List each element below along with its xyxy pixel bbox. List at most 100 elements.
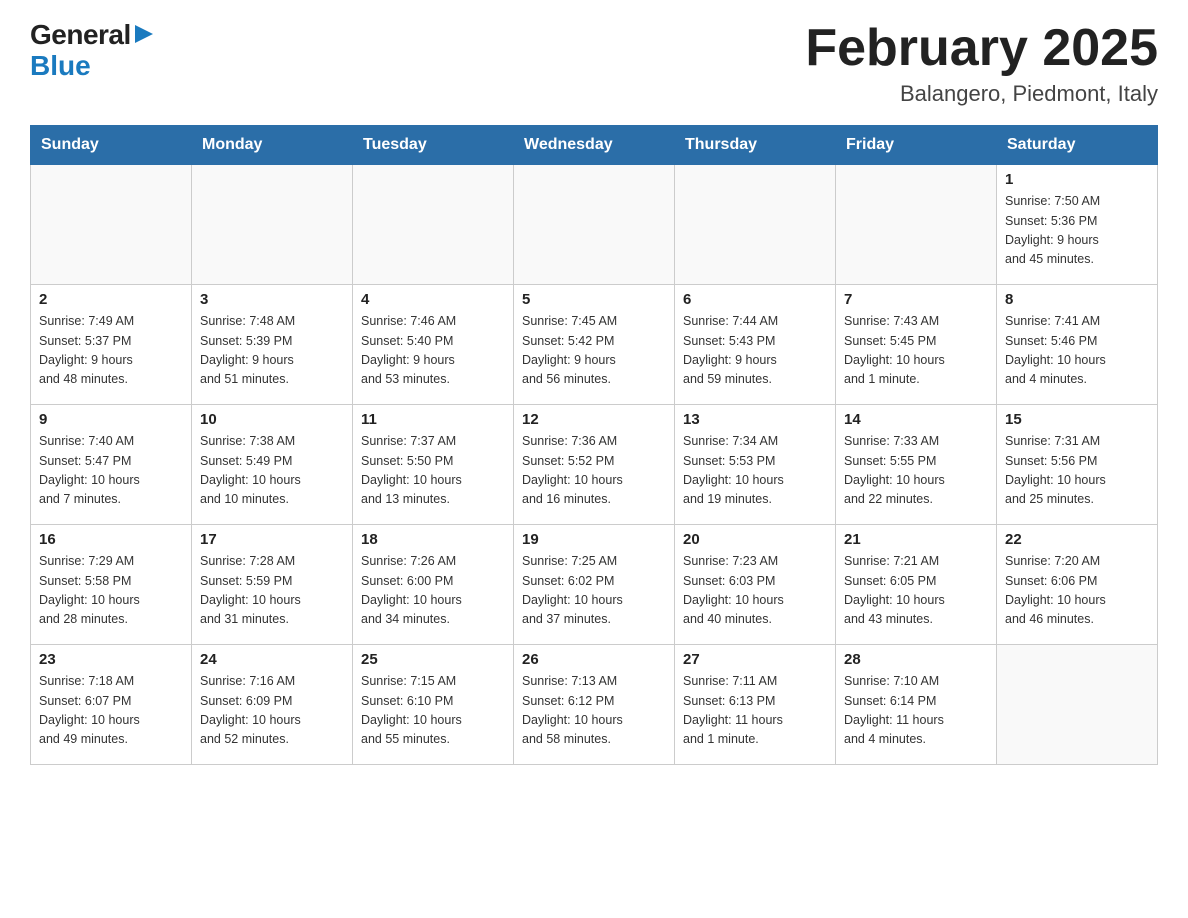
weekday-header-friday: Friday (836, 126, 997, 165)
day-number: 12 (522, 411, 666, 428)
calendar-cell (514, 165, 675, 285)
day-info: Sunrise: 7:46 AM Sunset: 5:40 PM Dayligh… (361, 312, 505, 390)
day-info: Sunrise: 7:21 AM Sunset: 6:05 PM Dayligh… (844, 552, 988, 630)
day-number: 18 (361, 531, 505, 548)
logo: General Blue (30, 20, 157, 82)
calendar-cell: 1 Sunrise: 7:50 AM Sunset: 5:36 PM Daylig… (997, 165, 1158, 285)
calendar-cell: 24Sunrise: 7:16 AM Sunset: 6:09 PM Dayli… (192, 645, 353, 765)
day-number: 10 (200, 411, 344, 428)
day-number: 15 (1005, 411, 1149, 428)
logo-general-text: General (30, 20, 131, 51)
day-info: Sunrise: 7:49 AM Sunset: 5:37 PM Dayligh… (39, 312, 183, 390)
logo-arrow-icon (135, 25, 157, 43)
day-number: 26 (522, 651, 666, 668)
day-info: Sunrise: 7:31 AM Sunset: 5:56 PM Dayligh… (1005, 432, 1149, 510)
calendar-cell: 12 Sunrise: 7:36 AM Sunset: 5:52 PM Dayli… (514, 405, 675, 525)
weekday-header-wednesday: Wednesday (514, 126, 675, 165)
day-info: Sunrise: 7:33 AM Sunset: 5:55 PM Dayligh… (844, 432, 988, 510)
day-number: 13 (683, 411, 827, 428)
day-number: 22 (1005, 531, 1149, 548)
calendar-week-row: 1 Sunrise: 7:50 AM Sunset: 5:36 PM Daylig… (31, 165, 1158, 285)
calendar-week-row: 16Sunrise: 7:29 AM Sunset: 5:58 PM Dayli… (31, 525, 1158, 645)
day-number: 17 (200, 531, 344, 548)
title-block: February 2025 Balangero, Piedmont, Italy (805, 20, 1158, 107)
weekday-header-tuesday: Tuesday (353, 126, 514, 165)
day-number: 23 (39, 651, 183, 668)
day-info: Sunrise: 7:26 AM Sunset: 6:00 PM Dayligh… (361, 552, 505, 630)
calendar-cell: 21 Sunrise: 7:21 AM Sunset: 6:05 PM Dayli… (836, 525, 997, 645)
calendar-cell: 4 Sunrise: 7:46 AM Sunset: 5:40 PM Daylig… (353, 285, 514, 405)
calendar-cell: 17 Sunrise: 7:28 AM Sunset: 5:59 PM Dayli… (192, 525, 353, 645)
calendar-cell: 7 Sunrise: 7:43 AM Sunset: 5:45 PM Daylig… (836, 285, 997, 405)
weekday-header-monday: Monday (192, 126, 353, 165)
day-number: 16 (39, 531, 183, 548)
calendar-cell: 13Sunrise: 7:34 AM Sunset: 5:53 PM Dayli… (675, 405, 836, 525)
day-info: Sunrise: 7:11 AM Sunset: 6:13 PM Dayligh… (683, 672, 827, 750)
calendar-cell: 23 Sunrise: 7:18 AM Sunset: 6:07 PM Dayli… (31, 645, 192, 765)
day-number: 7 (844, 291, 988, 308)
day-number: 25 (361, 651, 505, 668)
weekday-header-row: SundayMondayTuesdayWednesdayThursdayFrid… (31, 126, 1158, 165)
day-number: 8 (1005, 291, 1149, 308)
day-number: 21 (844, 531, 988, 548)
day-info: Sunrise: 7:38 AM Sunset: 5:49 PM Dayligh… (200, 432, 344, 510)
day-info: Sunrise: 7:28 AM Sunset: 5:59 PM Dayligh… (200, 552, 344, 630)
calendar-cell: 2 Sunrise: 7:49 AM Sunset: 5:37 PM Daylig… (31, 285, 192, 405)
calendar-cell: 5 Sunrise: 7:45 AM Sunset: 5:42 PM Daylig… (514, 285, 675, 405)
calendar-cell: 26 Sunrise: 7:13 AM Sunset: 6:12 PM Dayli… (514, 645, 675, 765)
day-info: Sunrise: 7:48 AM Sunset: 5:39 PM Dayligh… (200, 312, 344, 390)
calendar-cell: 19Sunrise: 7:25 AM Sunset: 6:02 PM Dayli… (514, 525, 675, 645)
day-number: 6 (683, 291, 827, 308)
weekday-header-sunday: Sunday (31, 126, 192, 165)
calendar-cell: 9Sunrise: 7:40 AM Sunset: 5:47 PM Daylig… (31, 405, 192, 525)
day-info: Sunrise: 7:13 AM Sunset: 6:12 PM Dayligh… (522, 672, 666, 750)
calendar-cell: 15 Sunrise: 7:31 AM Sunset: 5:56 PM Dayli… (997, 405, 1158, 525)
calendar-cell: 28 Sunrise: 7:10 AM Sunset: 6:14 PM Dayli… (836, 645, 997, 765)
day-info: Sunrise: 7:37 AM Sunset: 5:50 PM Dayligh… (361, 432, 505, 510)
page-header: General Blue February 2025 Balangero, Pi… (30, 20, 1158, 107)
day-number: 20 (683, 531, 827, 548)
day-number: 3 (200, 291, 344, 308)
day-number: 27 (683, 651, 827, 668)
calendar-cell: 8 Sunrise: 7:41 AM Sunset: 5:46 PM Daylig… (997, 285, 1158, 405)
day-info: Sunrise: 7:41 AM Sunset: 5:46 PM Dayligh… (1005, 312, 1149, 390)
day-number: 28 (844, 651, 988, 668)
day-info: Sunrise: 7:36 AM Sunset: 5:52 PM Dayligh… (522, 432, 666, 510)
day-info: Sunrise: 7:20 AM Sunset: 6:06 PM Dayligh… (1005, 552, 1149, 630)
day-info: Sunrise: 7:23 AM Sunset: 6:03 PM Dayligh… (683, 552, 827, 630)
calendar-cell (675, 165, 836, 285)
day-number: 11 (361, 411, 505, 428)
calendar-cell (997, 645, 1158, 765)
day-number: 14 (844, 411, 988, 428)
calendar-cell: 10 Sunrise: 7:38 AM Sunset: 5:49 PM Dayli… (192, 405, 353, 525)
calendar-cell: 20 Sunrise: 7:23 AM Sunset: 6:03 PM Dayli… (675, 525, 836, 645)
calendar-cell: 16Sunrise: 7:29 AM Sunset: 5:58 PM Dayli… (31, 525, 192, 645)
day-info: Sunrise: 7:50 AM Sunset: 5:36 PM Dayligh… (1005, 192, 1149, 270)
calendar-week-row: 9Sunrise: 7:40 AM Sunset: 5:47 PM Daylig… (31, 405, 1158, 525)
day-number: 5 (522, 291, 666, 308)
day-info: Sunrise: 7:25 AM Sunset: 6:02 PM Dayligh… (522, 552, 666, 630)
day-number: 24 (200, 651, 344, 668)
day-number: 1 (1005, 171, 1149, 188)
calendar-cell: 25 Sunrise: 7:15 AM Sunset: 6:10 PM Dayli… (353, 645, 514, 765)
day-info: Sunrise: 7:18 AM Sunset: 6:07 PM Dayligh… (39, 672, 183, 750)
calendar-cell (836, 165, 997, 285)
day-info: Sunrise: 7:44 AM Sunset: 5:43 PM Dayligh… (683, 312, 827, 390)
calendar-cell: 3 Sunrise: 7:48 AM Sunset: 5:39 PM Daylig… (192, 285, 353, 405)
day-info: Sunrise: 7:45 AM Sunset: 5:42 PM Dayligh… (522, 312, 666, 390)
day-info: Sunrise: 7:10 AM Sunset: 6:14 PM Dayligh… (844, 672, 988, 750)
day-number: 2 (39, 291, 183, 308)
day-number: 4 (361, 291, 505, 308)
calendar-table: SundayMondayTuesdayWednesdayThursdayFrid… (30, 125, 1158, 765)
day-number: 9 (39, 411, 183, 428)
calendar-cell: 18 Sunrise: 7:26 AM Sunset: 6:00 PM Dayli… (353, 525, 514, 645)
calendar-week-row: 2 Sunrise: 7:49 AM Sunset: 5:37 PM Daylig… (31, 285, 1158, 405)
calendar-cell: 14 Sunrise: 7:33 AM Sunset: 5:55 PM Dayli… (836, 405, 997, 525)
day-info: Sunrise: 7:15 AM Sunset: 6:10 PM Dayligh… (361, 672, 505, 750)
day-info: Sunrise: 7:43 AM Sunset: 5:45 PM Dayligh… (844, 312, 988, 390)
weekday-header-saturday: Saturday (997, 126, 1158, 165)
weekday-header-thursday: Thursday (675, 126, 836, 165)
calendar-cell (192, 165, 353, 285)
calendar-week-row: 23 Sunrise: 7:18 AM Sunset: 6:07 PM Dayli… (31, 645, 1158, 765)
calendar-cell (31, 165, 192, 285)
